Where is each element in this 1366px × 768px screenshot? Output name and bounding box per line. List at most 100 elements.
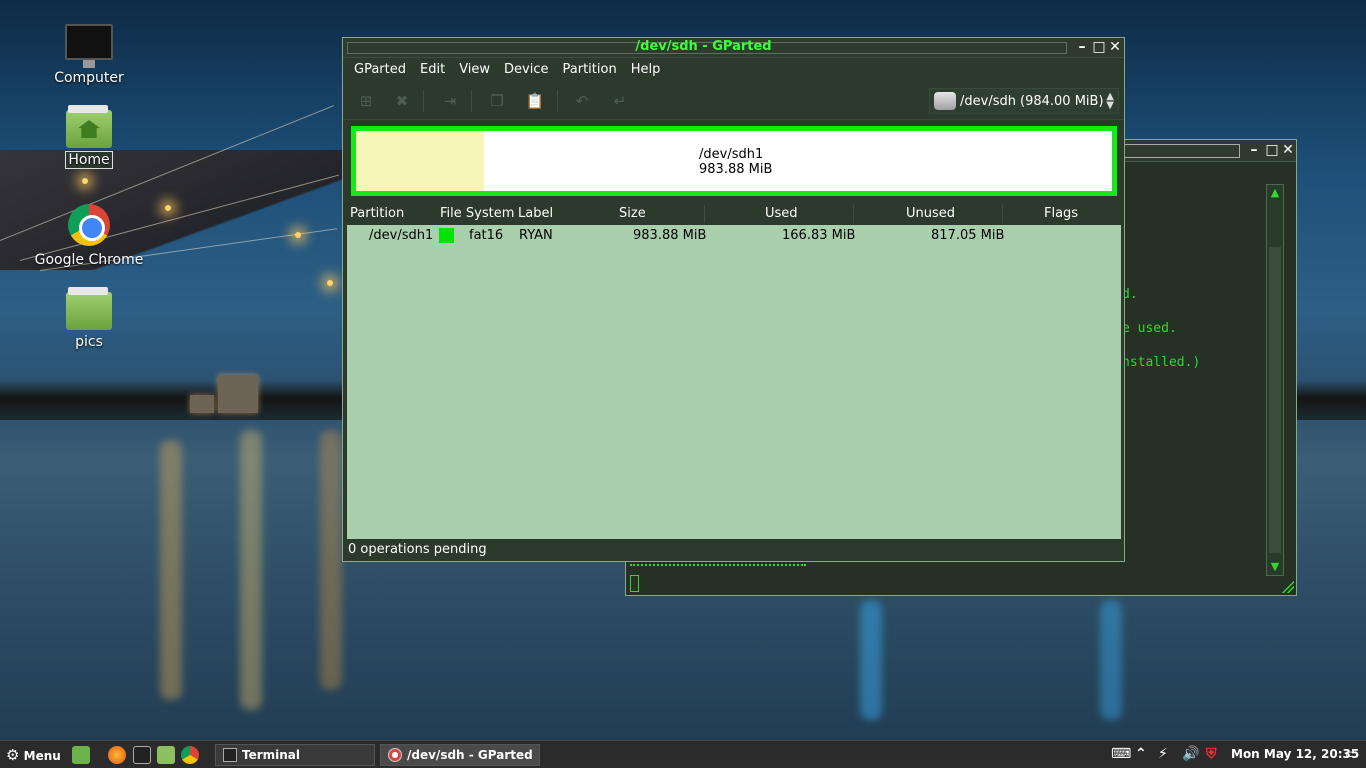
toolbar-separator [423,90,424,112]
close-icon[interactable]: ✕ [1280,142,1296,158]
desktop-icon-home[interactable]: Home [34,105,144,169]
terminal-cursor [630,575,639,592]
terminal-underline [630,564,806,566]
device-selector[interactable]: /dev/sdh (984.00 MiB) ▲ ▼ [929,88,1119,114]
status-bar: 0 operations pending [343,539,1124,561]
wallpaper-light [327,280,333,286]
device-size: (984.00 MiB) [1020,94,1104,109]
column-header-used[interactable]: Used [765,206,798,221]
menu-view[interactable]: View [452,58,497,82]
minimize-icon[interactable]: – [1246,142,1262,158]
maximize-icon[interactable]: □ [1091,39,1107,55]
column-header-partition[interactable]: Partition [350,206,404,221]
desktop-icon-label: pics [75,334,103,350]
wallpaper-reflection [160,440,182,700]
files-icon[interactable] [157,746,175,764]
computer-icon [65,24,113,68]
resize-grip-icon[interactable] [1282,581,1294,593]
cell-label: RYAN [519,228,553,243]
device-name: /dev/sdh [960,94,1016,109]
resize-move-icon[interactable]: ⇥ [439,91,461,111]
close-icon[interactable]: ✕ [1107,39,1123,55]
folder-icon [66,287,112,330]
gear-icon: ⚙ [6,746,20,764]
terminal-scrollbar[interactable]: ▲ ▼ [1266,184,1284,576]
column-header-flags[interactable]: Flags [1044,206,1078,221]
scrollbar-thumb[interactable] [1269,247,1281,553]
disk-map[interactable]: /dev/sdh1 983.88 MiB [351,126,1117,196]
menu-partition[interactable]: Partition [556,58,624,82]
paste-icon[interactable]: 📋 [524,91,546,111]
wallpaper-building [218,375,258,413]
menubar: GParted Edit View Device Partition Help [343,58,1124,82]
keyboard-icon[interactable]: ⌨ [1111,746,1131,762]
menu-device[interactable]: Device [497,58,555,82]
menu-edit[interactable]: Edit [413,58,452,82]
start-menu-button[interactable]: ⚙ Menu [6,746,61,764]
column-separator [1002,205,1003,223]
task-gparted[interactable]: /dev/sdh - GParted [380,744,540,766]
delete-partition-icon[interactable]: ✖ [391,91,413,111]
column-separator [853,205,854,223]
task-label: /dev/sdh - GParted [407,748,533,762]
wallpaper-reflection [320,430,342,690]
network-icon[interactable]: ⚡ [1158,746,1168,762]
scroll-down-icon[interactable]: ▼ [1267,559,1283,575]
minimize-icon[interactable]: – [1074,39,1090,55]
terminal-line: e used. [1122,321,1177,336]
cell-unused: 817.05 MiB [931,228,1005,243]
show-desktop-tray-icon[interactable]: ▭ [1345,746,1358,762]
desktop-icon-computer[interactable]: Computer [34,24,144,86]
wallpaper-light [295,232,301,238]
menu-help[interactable]: Help [624,58,668,82]
chevron-up-icon[interactable]: ⌃ [1135,746,1147,762]
gparted-icon [388,748,402,762]
terminal-launcher-icon[interactable] [133,746,151,764]
firefox-icon[interactable] [108,746,126,764]
task-terminal[interactable]: Terminal [215,744,375,766]
desktop-icon-label: Computer [54,70,124,86]
column-header-label[interactable]: Label [518,206,553,221]
clock[interactable]: Mon May 12, 20:35 [1231,747,1359,761]
cell-filesystem: fat16 [469,228,504,243]
partition-table[interactable]: Partition File System Label Size Used Un… [347,203,1121,539]
gparted-window[interactable]: /dev/sdh - GParted – □ ✕ GParted Edit Vi… [342,37,1125,562]
desktop-icon-pics[interactable]: pics [34,287,144,350]
new-partition-icon[interactable]: ⊞ [355,91,377,111]
apply-icon[interactable]: ↵ [609,91,631,111]
maximize-icon[interactable]: □ [1264,142,1280,158]
taskbar: ⚙ Menu Terminal /dev/sdh - GParted ⌨ ⌃ ⚡… [0,740,1366,768]
desktop-icon-label: Google Chrome [34,252,144,268]
update-shield-icon[interactable]: ⛨ [1206,746,1217,762]
table-row[interactable]: /dev/sdh1 fat16 RYAN 983.88 MiB 166.83 M… [347,225,1121,247]
wallpaper-reflection [1100,600,1122,720]
toolbar: ⊞ ✖ ⇥ ❐ 📋 ↶ ↵ /dev/sdh (984.00 MiB) ▲ ▼ [343,82,1124,120]
filesystem-color-swatch [439,228,454,243]
copy-icon[interactable]: ❐ [486,91,508,111]
chrome-icon [68,204,110,246]
volume-icon[interactable]: 🔊 [1182,746,1199,762]
task-label: Terminal [242,748,301,762]
column-header-filesystem[interactable]: File System [440,206,514,221]
column-separator [704,205,705,223]
cell-size: 983.88 MiB [633,228,707,243]
titlebar-grabber [1124,144,1240,158]
menu-label: Menu [23,749,61,763]
show-desktop-icon[interactable] [72,746,90,764]
column-header-size[interactable]: Size [619,206,646,221]
disk-map-partition: /dev/sdh1 [699,147,764,162]
wallpaper-light [82,178,88,184]
wallpaper-light [165,205,171,211]
disk-map-size: 983.88 MiB [699,162,773,177]
gparted-titlebar[interactable]: /dev/sdh - GParted – □ ✕ [343,38,1124,58]
updown-icon: ▲ ▼ [1106,91,1114,111]
scroll-up-icon[interactable]: ▲ [1267,185,1283,201]
menu-gparted[interactable]: GParted [347,58,413,82]
undo-icon[interactable]: ↶ [571,91,593,111]
column-header-unused[interactable]: Unused [906,206,955,221]
desktop-icon-google-chrome[interactable]: Google Chrome [34,204,144,268]
chrome-launcher-icon[interactable] [181,746,199,764]
wallpaper-reflection [240,430,262,710]
toolbar-separator [471,90,472,112]
disk-icon [934,92,956,110]
